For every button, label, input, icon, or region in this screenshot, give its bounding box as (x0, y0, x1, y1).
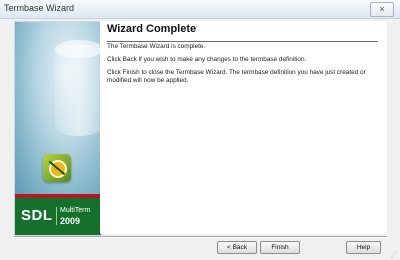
close-icon: × (379, 4, 385, 14)
brand-separator (56, 207, 57, 225)
termbase-wizard-window: Termbase Wizard × SDL MultiTerm 2009 Wiz… (0, 0, 400, 260)
finish-instruction: Click Finish to close the Termbase Wizar… (107, 69, 366, 85)
heading-divider (107, 41, 378, 42)
back-instruction: Click Back if you wish to make any chang… (107, 56, 307, 63)
close-button[interactable]: × (370, 2, 394, 17)
termbase-logo-icon (43, 154, 71, 182)
finish-button[interactable]: Finish (260, 241, 300, 254)
sdl-logo-text: SDL (21, 207, 53, 224)
brand-product-name: MultiTerm (60, 207, 91, 214)
brand-year: 2009 (60, 216, 81, 226)
window-title: Termbase Wizard (4, 3, 75, 13)
sdl-brand-panel: SDL MultiTerm 2009 (15, 198, 101, 235)
resize-grip[interactable]: ⋰ (391, 251, 397, 258)
completion-message: The Termbase Wizard is complete. (107, 43, 206, 50)
database-cylinder-top (55, 40, 101, 58)
wizard-sidebar: SDL MultiTerm 2009 (14, 21, 102, 236)
page-title: Wizard Complete (107, 23, 197, 35)
wizard-content: Wizard Complete The Termbase Wizard is c… (100, 21, 387, 234)
sidebar-artwork (15, 22, 101, 194)
back-button[interactable]: < Back (217, 241, 257, 254)
title-bar[interactable]: Termbase Wizard × (0, 0, 400, 19)
help-button[interactable]: Help (346, 241, 381, 254)
